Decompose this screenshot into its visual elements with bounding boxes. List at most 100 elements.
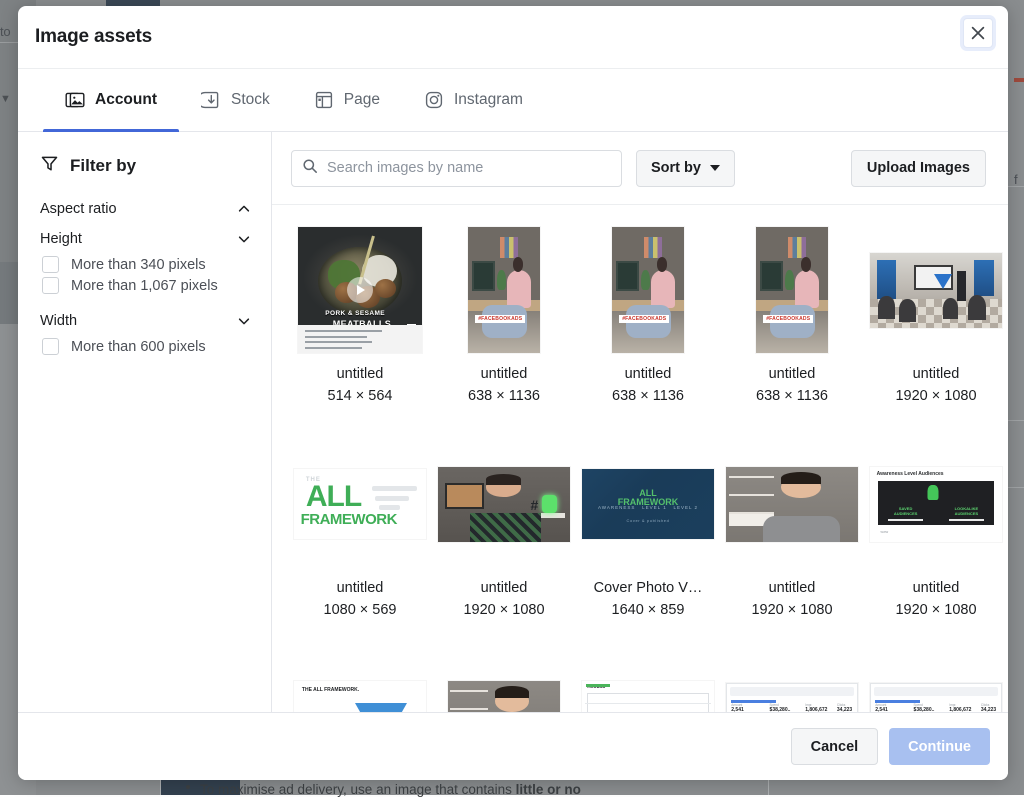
asset-thumbnail[interactable]: THEALLFRAMEWORK bbox=[294, 441, 426, 567]
asset-card[interactable]: PORK & SESAMEMEATBALLSfuntitled514 × 564 bbox=[294, 227, 426, 407]
thumbnail-artwork bbox=[870, 253, 1002, 328]
tab-account-label: Account bbox=[95, 91, 157, 109]
asset-card[interactable]: THE ALL FRAMEWORK.AwarenessLevel 1 Remar… bbox=[294, 655, 426, 712]
tab-stock[interactable]: Stock bbox=[179, 69, 292, 131]
thumbnail-artwork: 2,541$38,280..1,806,67234,223AmountSpend… bbox=[870, 683, 1002, 712]
background-divider-b bbox=[1008, 420, 1024, 421]
sort-by-label: Sort by bbox=[651, 160, 701, 176]
asset-card[interactable] bbox=[438, 655, 570, 712]
dialog-header: Image assets bbox=[18, 6, 1008, 69]
asset-dimensions: 1080 × 569 bbox=[324, 599, 397, 621]
asset-card[interactable]: #FACEBOOKADSuntitled638 × 1136 bbox=[438, 227, 570, 407]
caret-down-icon bbox=[710, 165, 720, 171]
cancel-button[interactable]: Cancel bbox=[791, 728, 879, 765]
checkbox-width-600[interactable] bbox=[42, 338, 59, 355]
asset-thumbnail[interactable]: THE ALL FRAMEWORK.AwarenessLevel 1 Remar… bbox=[294, 655, 426, 712]
asset-thumbnail-image: ALLFRAMEWORKAWARENESS LEVEL 1 LEVEL 2Cov… bbox=[582, 469, 714, 539]
asset-thumbnail[interactable] bbox=[438, 655, 570, 712]
tab-page-label: Page bbox=[344, 91, 380, 109]
asset-thumbnail[interactable]: #FACEBOOKADS bbox=[438, 227, 570, 353]
thumbnail-artwork bbox=[726, 467, 858, 542]
filter-option-width-600[interactable]: More than 600 pixels bbox=[40, 336, 251, 357]
asset-thumbnail[interactable]: # bbox=[438, 441, 570, 567]
asset-thumbnail[interactable]: PORK & SESAMEMEATBALLSf bbox=[294, 227, 426, 353]
thumbnail-artwork: Results bbox=[582, 681, 714, 713]
asset-thumbnail-image: THE ALL FRAMEWORK.AwarenessLevel 1 Remar… bbox=[294, 681, 426, 713]
asset-thumbnail-image: Results bbox=[582, 681, 714, 713]
asset-thumbnail-image: # bbox=[438, 467, 570, 542]
asset-dimensions: 638 × 1136 bbox=[612, 385, 684, 407]
asset-thumbnail-image: PORK & SESAMEMEATBALLSf bbox=[298, 227, 422, 353]
background-text-fragment-right: f bbox=[1014, 172, 1018, 187]
search-box[interactable] bbox=[291, 150, 622, 187]
background-accent-strip bbox=[1014, 78, 1024, 82]
asset-thumbnail-image: THEALLFRAMEWORK bbox=[294, 469, 426, 539]
tab-account[interactable]: Account bbox=[43, 69, 179, 131]
filter-option-height-1067-label: More than 1,067 pixels bbox=[71, 278, 218, 294]
thumbnail-artwork: THE ALL FRAMEWORK.AwarenessLevel 1 Remar… bbox=[294, 681, 426, 713]
asset-card[interactable]: 2,541$38,280..1,806,67234,223AmountSpend… bbox=[726, 655, 858, 712]
filter-group-width[interactable]: Width bbox=[40, 306, 251, 336]
dialog-footer: Cancel Continue bbox=[18, 712, 1008, 780]
search-input[interactable] bbox=[327, 160, 611, 176]
filter-option-height-340-label: More than 340 pixels bbox=[71, 257, 206, 273]
asset-thumbnail[interactable]: 2,541$38,280..1,806,67234,223AmountSpend… bbox=[726, 655, 858, 712]
asset-thumbnail[interactable]: Results bbox=[582, 655, 714, 712]
asset-card[interactable]: #untitled1920 × 1080 bbox=[438, 441, 570, 621]
tab-instagram[interactable]: Instagram bbox=[402, 69, 545, 131]
chevron-up-icon bbox=[237, 202, 251, 216]
asset-thumbnail[interactable]: #FACEBOOKADS bbox=[726, 227, 858, 353]
filter-group-aspect-ratio-label: Aspect ratio bbox=[40, 201, 117, 217]
asset-card[interactable]: THEALLFRAMEWORK untitled1080 × 569 bbox=[294, 441, 426, 621]
filter-group-width-label: Width bbox=[40, 313, 77, 329]
sort-by-button[interactable]: Sort by bbox=[636, 150, 735, 187]
asset-card[interactable]: Awareness Level AudiencesSAVEDAUDIENCESL… bbox=[870, 441, 1002, 621]
thumbnail-artwork: 2,541$38,280..1,806,67234,223AmountSpend… bbox=[726, 683, 858, 712]
asset-dimensions: 1920 × 1080 bbox=[895, 385, 976, 407]
asset-card[interactable]: Results bbox=[582, 655, 714, 712]
asset-card[interactable]: #FACEBOOKADS untitled638 × 1136 bbox=[582, 227, 714, 407]
checkbox-height-340[interactable] bbox=[42, 256, 59, 273]
asset-thumbnail[interactable]: Awareness Level AudiencesSAVEDAUDIENCESL… bbox=[870, 441, 1002, 567]
asset-thumbnail-image bbox=[726, 467, 858, 542]
asset-thumbnail[interactable]: 2,541$38,280..1,806,67234,223AmountSpend… bbox=[870, 655, 1002, 712]
asset-thumbnail-image: 2,541$38,280..1,806,67234,223AmountSpend… bbox=[726, 683, 858, 712]
upload-images-button[interactable]: Upload Images bbox=[851, 150, 986, 187]
asset-name: untitled bbox=[625, 363, 672, 385]
funnel-icon bbox=[40, 154, 59, 178]
asset-thumbnail[interactable]: ALLFRAMEWORKAWARENESS LEVEL 1 LEVEL 2Cov… bbox=[582, 441, 714, 567]
asset-card[interactable]: 2,541$38,280..1,806,67234,223AmountSpend… bbox=[870, 655, 1002, 712]
continue-button[interactable]: Continue bbox=[889, 728, 990, 765]
background-text-fragment-top: to bbox=[0, 24, 10, 39]
asset-thumbnail-image: Awareness Level AudiencesSAVEDAUDIENCESL… bbox=[870, 467, 1002, 542]
grid-row-spacer bbox=[294, 413, 1002, 435]
asset-thumbnail-image bbox=[870, 253, 1002, 328]
filter-option-height-1067[interactable]: More than 1,067 pixels bbox=[40, 275, 251, 296]
asset-card[interactable]: ALLFRAMEWORKAWARENESS LEVEL 1 LEVEL 2Cov… bbox=[582, 441, 714, 621]
asset-card[interactable]: untitled1920 × 1080 bbox=[726, 441, 858, 621]
asset-dimensions: 638 × 1136 bbox=[756, 385, 828, 407]
asset-name: Cover Photo V… bbox=[594, 577, 703, 599]
close-icon[interactable] bbox=[963, 18, 993, 48]
asset-thumbnail[interactable] bbox=[726, 441, 858, 567]
assets-scroll-area[interactable]: PORK & SESAMEMEATBALLSfuntitled514 × 564… bbox=[272, 205, 1008, 712]
thumbnail-artwork: #FACEBOOKADS bbox=[756, 227, 828, 353]
asset-card[interactable]: untitled1920 × 1080 bbox=[870, 227, 1002, 407]
asset-name: untitled bbox=[337, 577, 384, 599]
asset-thumbnail-image: 2,541$38,280..1,806,67234,223AmountSpend… bbox=[870, 683, 1002, 712]
tab-page[interactable]: Page bbox=[292, 69, 402, 131]
asset-card[interactable]: #FACEBOOKADS untitled638 × 1136 bbox=[726, 227, 858, 407]
asset-thumbnail[interactable]: #FACEBOOKADS bbox=[582, 227, 714, 353]
filter-heading: Filter by bbox=[40, 154, 251, 178]
tab-stock-label: Stock bbox=[231, 91, 270, 109]
dialog-body: Filter by Aspect ratio Height bbox=[18, 132, 1008, 712]
filter-option-height-340[interactable]: More than 340 pixels bbox=[40, 254, 251, 275]
thumbnail-artwork: #FACEBOOKADS bbox=[612, 227, 684, 353]
asset-thumbnail[interactable] bbox=[870, 227, 1002, 353]
filter-group-height[interactable]: Height bbox=[40, 224, 251, 254]
image-stack-icon bbox=[65, 90, 85, 110]
asset-name: untitled bbox=[769, 363, 816, 385]
thumbnail-artwork: Awareness Level AudiencesSAVEDAUDIENCESL… bbox=[870, 467, 1002, 542]
checkbox-height-1067[interactable] bbox=[42, 277, 59, 294]
filter-group-aspect-ratio[interactable]: Aspect ratio bbox=[40, 194, 251, 224]
